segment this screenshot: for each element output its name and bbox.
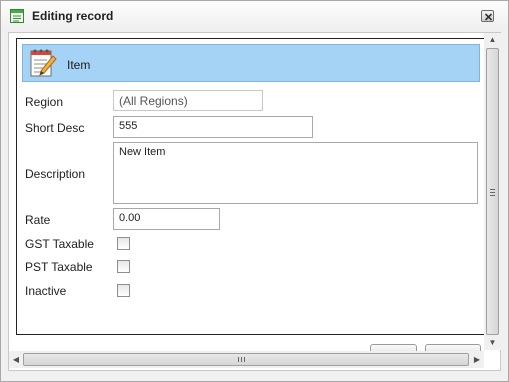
scroll-left-arrow-icon[interactable]: ◀: [9, 351, 23, 368]
inactive-checkbox[interactable]: [117, 284, 130, 297]
scroll-up-arrow-icon[interactable]: ▲: [484, 33, 501, 47]
pst-taxable-checkbox[interactable]: [117, 260, 130, 273]
region-label: Region: [25, 95, 64, 109]
horizontal-scroll-thumb[interactable]: [23, 353, 469, 366]
rate-label: Rate: [25, 213, 51, 227]
dialog-title: Editing record: [32, 9, 114, 23]
rate-input[interactable]: 0.00: [113, 208, 220, 230]
vertical-scrollbar[interactable]: ▲ ▼: [484, 33, 501, 350]
pst-taxable-label: PST Taxable: [25, 260, 93, 274]
close-icon: [484, 13, 493, 21]
editing-record-dialog: Editing record Item Region (All Regions)…: [0, 0, 509, 382]
item-header: Item: [22, 44, 480, 82]
vertical-scroll-thumb[interactable]: [486, 48, 499, 335]
description-label: Description: [25, 167, 86, 181]
dialog-content: Item Region (All Regions) Short Desc 555…: [8, 32, 501, 371]
gst-taxable-checkbox[interactable]: [117, 237, 130, 250]
title-bar[interactable]: Editing record: [1, 1, 508, 31]
notepad-pencil-icon: [28, 47, 58, 79]
horizontal-scrollbar[interactable]: ◀ ▶: [9, 351, 484, 368]
scroll-down-arrow-icon[interactable]: ▼: [484, 336, 501, 350]
scroll-grip-icon: [238, 357, 245, 362]
short-desc-input[interactable]: 555: [113, 116, 313, 138]
gst-taxable-label: GST Taxable: [25, 237, 94, 251]
form-icon: [9, 8, 25, 24]
scroll-right-arrow-icon[interactable]: ▶: [470, 351, 484, 368]
close-button[interactable]: [481, 10, 494, 22]
record-form-panel: Item Region (All Regions) Short Desc 555…: [16, 38, 486, 335]
short-desc-label: Short Desc: [25, 121, 85, 135]
header-title: Item: [67, 58, 91, 72]
region-field[interactable]: (All Regions): [113, 90, 263, 111]
inactive-label: Inactive: [25, 284, 67, 298]
description-textarea[interactable]: New Item: [113, 142, 478, 204]
scroll-grip-icon: [490, 189, 495, 196]
